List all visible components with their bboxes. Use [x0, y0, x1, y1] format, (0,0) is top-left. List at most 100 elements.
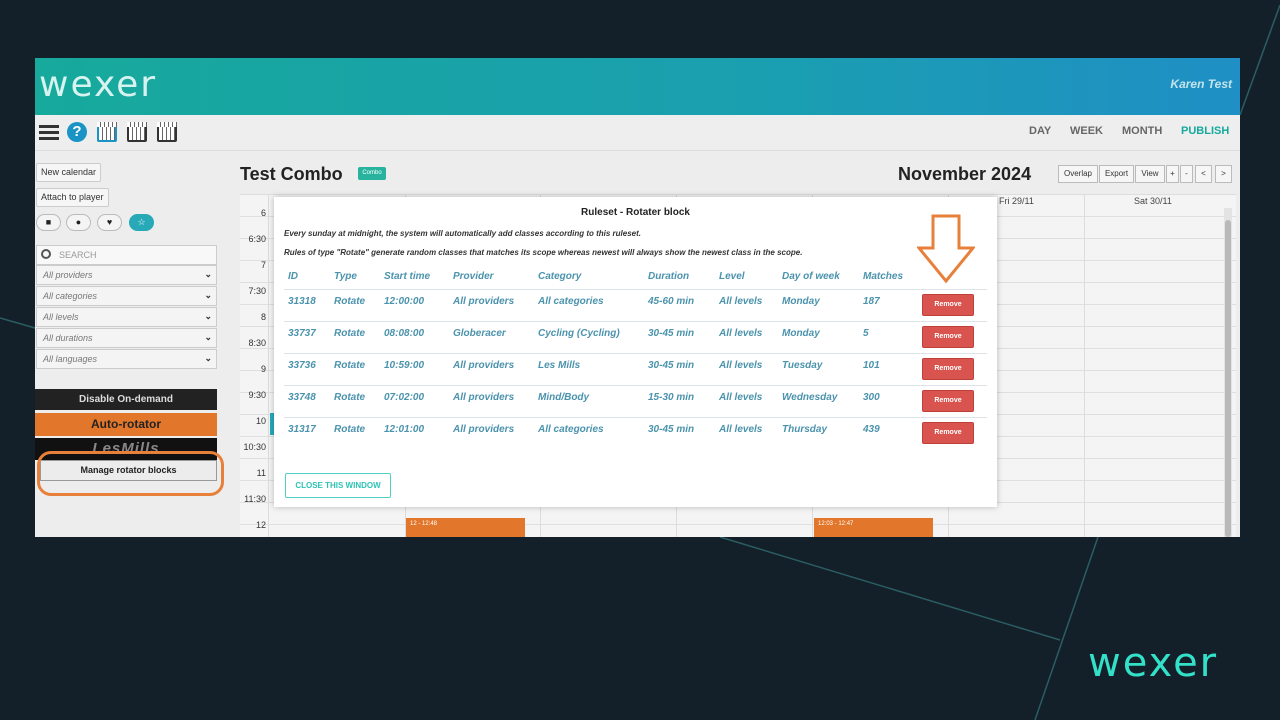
cell-id: 33748 [288, 392, 316, 403]
hour-label: 11:30 [244, 494, 266, 504]
menu-icon[interactable] [39, 122, 59, 142]
view-month-button[interactable]: MONTH [1122, 125, 1162, 137]
provider-filter[interactable]: All providers ⌄ [36, 265, 217, 285]
hour-label: 11 [256, 468, 266, 478]
cell-start-time: 12:01:00 [384, 424, 425, 435]
toolbar: ? DAY WEEK MONTH PUBLISH [35, 115, 1240, 151]
cell-provider: All providers [453, 392, 515, 403]
column-header: Level [719, 271, 745, 282]
cell-level: All levels [719, 296, 763, 307]
level-filter-label: All levels [43, 312, 79, 322]
zoom-out-button[interactable]: - [1180, 165, 1193, 183]
calendar-icon[interactable] [97, 122, 117, 142]
down-arrow-annotation [917, 214, 975, 284]
auto-rotator-button[interactable]: Auto-rotator [35, 413, 217, 436]
ruleset-modal: Ruleset - Rotater block Every sunday at … [274, 197, 997, 507]
row-divider [284, 353, 987, 354]
prev-button[interactable]: < [1195, 165, 1212, 183]
calendar-event[interactable]: 12:03 - 12:47 [814, 518, 933, 537]
calendar-title: Test Combo [240, 164, 343, 184]
modal-description: Rules of type "Rotate" generate random c… [284, 248, 803, 257]
help-icon[interactable]: ? [67, 122, 87, 142]
heart-filter-icon[interactable]: ♥ [97, 214, 122, 231]
month-title: November 2024 [898, 164, 1032, 184]
day-header-sat: Sat 30/11 [1134, 196, 1172, 206]
day-header-fri: Fri 29/11 [999, 196, 1034, 206]
view-button[interactable]: View [1135, 165, 1165, 183]
next-button[interactable]: > [1215, 165, 1232, 183]
cell-type: Rotate [334, 392, 366, 403]
modal-description: Every sunday at midnight, the system wil… [284, 229, 641, 238]
column-header: Category [538, 271, 582, 282]
cell-provider: Globeracer [453, 328, 506, 339]
cell-provider: All providers [453, 424, 515, 435]
disable-on-demand-button[interactable]: Disable On-demand [35, 389, 217, 410]
calendar-month-icon[interactable] [157, 122, 177, 142]
cell-id: 31317 [288, 424, 316, 435]
calendar-event[interactable]: 12 - 12:48 [406, 518, 525, 537]
remove-button[interactable]: Remove [922, 358, 974, 380]
overlap-button[interactable]: Overlap [1058, 165, 1098, 183]
zoom-in-button[interactable]: + [1166, 165, 1179, 183]
language-filter[interactable]: All languages ⌄ [36, 349, 217, 369]
new-calendar-button[interactable]: New calendar [36, 163, 102, 182]
cell-matches: 439 [863, 424, 880, 435]
column-header: Duration [648, 271, 690, 282]
row-divider [284, 385, 987, 386]
search-icon [41, 249, 51, 259]
cell-category: All categories [538, 296, 604, 307]
remove-button[interactable]: Remove [922, 390, 974, 412]
cell-duration: 30-45 min [648, 360, 695, 371]
remove-button[interactable]: Remove [922, 326, 974, 348]
cell-start-time: 10:59:00 [384, 360, 425, 371]
chevron-down-icon: ⌄ [204, 269, 212, 279]
close-window-button[interactable]: CLOSE THIS WINDOW [285, 473, 391, 498]
cell-category: Cycling (Cycling) [538, 328, 620, 339]
video-filter-icon[interactable]: ■ [36, 214, 61, 231]
user-filter-icon[interactable]: ● [66, 214, 91, 231]
cell-duration: 30-45 min [648, 328, 695, 339]
remove-button[interactable]: Remove [922, 422, 974, 444]
category-filter[interactable]: All categories ⌄ [36, 286, 217, 306]
view-day-button[interactable]: DAY [1029, 125, 1051, 137]
column-header: Matches [863, 271, 904, 282]
hour-label: 12 [255, 520, 266, 530]
hour-label: 9:30 [248, 390, 266, 400]
star-filter-icon[interactable]: ☆ [129, 214, 154, 231]
column-header: ID [288, 271, 298, 282]
view-week-button[interactable]: WEEK [1070, 125, 1103, 137]
cell-duration: 45-60 min [648, 296, 695, 307]
publish-button[interactable]: PUBLISH [1181, 125, 1229, 137]
category-filter-label: All categories [43, 291, 98, 301]
duration-filter[interactable]: All durations ⌄ [36, 328, 217, 348]
app-header: wexer Karen Test [35, 58, 1240, 115]
cell-id: 33736 [288, 360, 316, 371]
search-input[interactable]: SEARCH [36, 245, 217, 265]
scrollbar-thumb[interactable] [1225, 220, 1231, 537]
cell-provider: All providers [453, 296, 515, 307]
hour-label: 10 [255, 416, 266, 426]
row-divider [284, 321, 987, 322]
remove-button[interactable]: Remove [922, 294, 974, 316]
highlight-annotation [37, 451, 224, 496]
cell-type: Rotate [334, 424, 366, 435]
cell-level: All levels [719, 328, 763, 339]
calendar-week-icon[interactable] [127, 122, 147, 142]
cell-start-time: 07:02:00 [384, 392, 425, 403]
chevron-down-icon: ⌄ [204, 332, 212, 342]
sidebar: New calendar Attach to player ■ ● ♥ ☆ SE… [35, 151, 225, 537]
chevron-down-icon: ⌄ [204, 311, 212, 321]
hour-label: 7 [260, 260, 266, 270]
cell-id: 33737 [288, 328, 316, 339]
modal-title: Ruleset - Rotater block [581, 207, 690, 218]
column-header: Start time [384, 271, 431, 282]
level-filter[interactable]: All levels ⌄ [36, 307, 217, 327]
chevron-down-icon: ⌄ [204, 290, 212, 300]
export-button[interactable]: Export [1099, 165, 1134, 183]
slide-logo: wexer [1088, 640, 1219, 686]
cell-matches: 101 [863, 360, 880, 371]
combo-badge: Combo [358, 167, 386, 180]
attach-to-player-button[interactable]: Attach to player [36, 188, 109, 207]
user-name[interactable]: Karen Test [1170, 77, 1232, 91]
cell-level: All levels [719, 424, 763, 435]
